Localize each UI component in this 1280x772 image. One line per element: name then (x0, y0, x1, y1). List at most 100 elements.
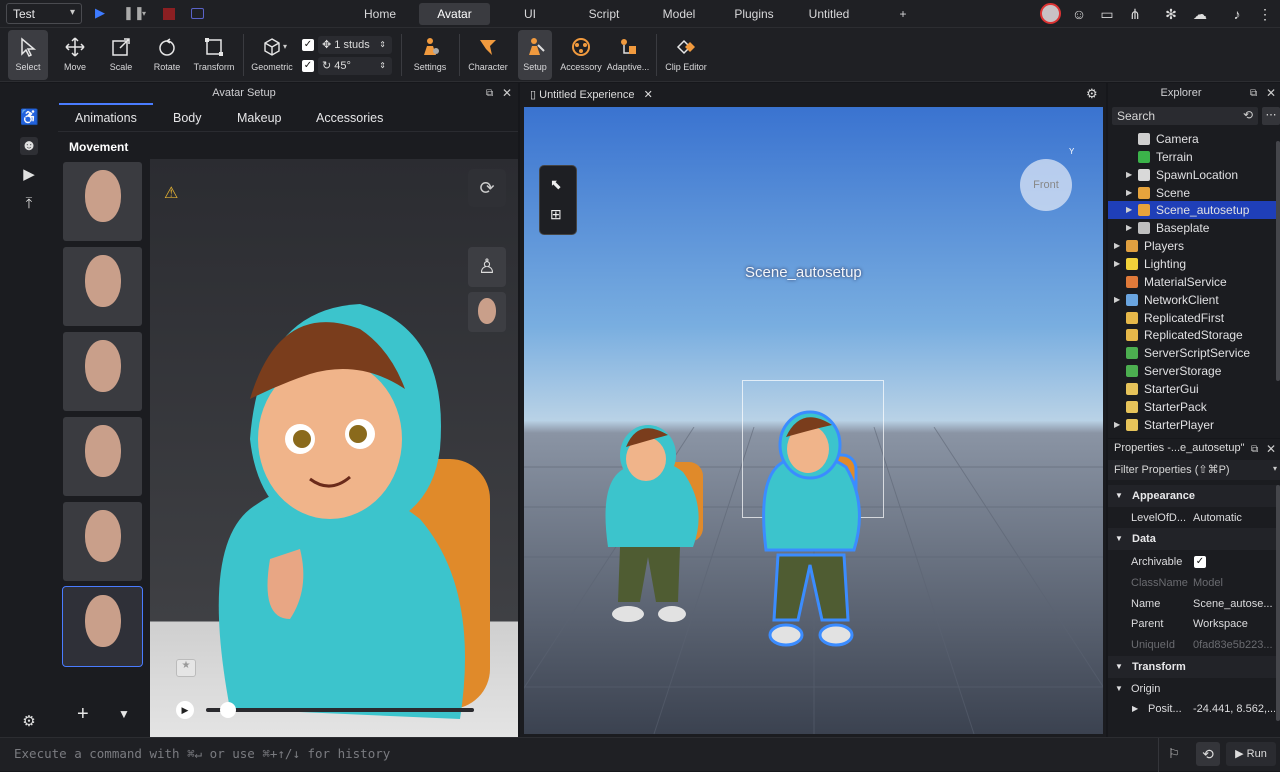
add-friend-icon[interactable]: ☺ (1071, 6, 1087, 22)
expand-arrow-icon[interactable]: ▶ (1114, 255, 1120, 273)
play-icon[interactable]: ▶ (95, 5, 105, 21)
explorer-item[interactable]: ▶ SpawnLocation (1108, 166, 1280, 184)
cloud-icon[interactable]: ☁ (1192, 6, 1208, 22)
history-icon[interactable]: ⟲ (1243, 108, 1253, 122)
property-origin[interactable]: ▼ Origin (1108, 679, 1280, 699)
explorer-item[interactable]: StarterGui (1108, 380, 1280, 398)
tab-home[interactable]: Home (348, 3, 412, 25)
more-options-icon[interactable]: ⋮ (1257, 6, 1273, 22)
adaptive-tool[interactable]: Adaptive... (605, 30, 651, 80)
category-appearance[interactable]: ▼ Appearance (1108, 485, 1280, 507)
share-icon[interactable]: ⋔ (1127, 6, 1143, 22)
tab-makeup[interactable]: Makeup (237, 111, 281, 125)
tab-script[interactable]: Script (576, 3, 632, 25)
animation-thumbnail[interactable] (63, 502, 142, 581)
accessory-tool[interactable]: Accessory (559, 30, 603, 80)
animation-thumbnail[interactable] (63, 417, 142, 496)
property-name[interactable]: Name Scene_autose... (1108, 594, 1280, 614)
run-button[interactable]: ▶ Run (1226, 742, 1276, 766)
explorer-item[interactable]: MaterialService (1108, 273, 1280, 291)
stop-icon[interactable] (163, 8, 175, 20)
tab-plugins[interactable]: Plugins (726, 3, 782, 25)
settings-tool[interactable]: Settings (408, 30, 452, 80)
feedback-icon[interactable]: ★ (176, 659, 196, 677)
timeline-track[interactable] (206, 708, 474, 712)
explorer-item[interactable]: Terrain (1108, 148, 1280, 166)
viewport-tab[interactable]: ▯ Untitled Experience ✕ (530, 85, 653, 105)
popout-icon[interactable]: ⧉ (1251, 444, 1258, 455)
tab-untitled[interactable]: Untitled (800, 3, 858, 25)
property-level-of-detail[interactable]: LevelOfD... Automatic (1108, 508, 1280, 528)
body-icon[interactable]: ♿ (20, 109, 39, 127)
history-icon[interactable]: ⟲ (1196, 742, 1220, 766)
tab-accessories[interactable]: Accessories (316, 111, 383, 125)
close-icon[interactable]: ✕ (502, 86, 512, 100)
archivable-checkbox[interactable]: ✓ (1194, 556, 1206, 568)
explorer-item[interactable]: ServerStorage (1108, 362, 1280, 380)
geometric-dropdown-icon[interactable]: ▾ (283, 42, 287, 51)
scrollbar[interactable] (1276, 141, 1280, 381)
user-avatar[interactable] (1040, 3, 1061, 24)
scale-tool[interactable]: Scale (101, 30, 141, 80)
animation-play-icon[interactable]: ▶ (20, 166, 38, 184)
expand-arrow-icon[interactable]: ▶ (1126, 166, 1132, 184)
chat-icon[interactable]: ▭ (1099, 6, 1115, 22)
explorer-item[interactable]: ▶ Players (1108, 237, 1280, 255)
explorer-item[interactable]: ▶ Scene_autosetup (1108, 201, 1280, 220)
stepper-icon[interactable]: ⇕ (379, 36, 386, 54)
category-transform[interactable]: ▼ Transform (1108, 656, 1280, 678)
expand-arrow-icon[interactable]: ▶ (1114, 237, 1120, 255)
command-input[interactable]: Execute a command with ⌘↵ or use ⌘+↑/↓ f… (14, 746, 390, 761)
expand-arrow-icon[interactable]: ▶ (1114, 291, 1120, 309)
bookmark-icon[interactable]: ⚐ (1168, 746, 1180, 762)
tab-ui[interactable]: UI (508, 3, 552, 25)
animation-thumbnail[interactable] (63, 332, 142, 411)
chevron-down-icon[interactable]: ▼ (118, 707, 130, 721)
move-tool[interactable]: Move (55, 30, 95, 80)
tab-add[interactable]: + (893, 3, 913, 25)
upload-icon[interactable]: ⤒ (20, 195, 38, 213)
expand-arrow-icon[interactable]: ▶ (1126, 201, 1132, 219)
view-cube-front[interactable]: Front (1020, 159, 1072, 211)
animation-thumbnail[interactable] (63, 247, 142, 326)
tab-avatar[interactable]: Avatar (419, 3, 490, 25)
tab-body[interactable]: Body (173, 111, 202, 125)
notification-bell-icon[interactable]: ♪ (1229, 6, 1245, 22)
clip-editor-tool[interactable]: Clip Editor (662, 30, 710, 80)
scrollbar[interactable] (1276, 485, 1280, 721)
filter-properties-input[interactable]: Filter Properties (⇧⌘P) ▾ (1108, 460, 1280, 480)
collaborate-icon[interactable]: ✻ (1163, 6, 1179, 22)
close-icon[interactable]: ✕ (1266, 86, 1276, 100)
transform-tool[interactable]: Transform (192, 30, 236, 80)
rotate-snap-field[interactable]: ↻ 45° ⇕ (318, 57, 392, 75)
explorer-item[interactable]: ReplicatedFirst (1108, 309, 1280, 327)
explorer-item[interactable]: ▶ Scene (1108, 184, 1280, 202)
play-options-icon[interactable]: ▾ (142, 9, 146, 18)
explorer-item[interactable]: ReplicatedStorage (1108, 326, 1280, 344)
full-body-view-icon[interactable]: ♙ (468, 247, 506, 287)
viewport-settings-icon[interactable]: ⚙ (1086, 86, 1098, 102)
explorer-item[interactable]: ▶ Lighting (1108, 255, 1280, 273)
expand-arrow-icon[interactable]: ▶ (1126, 184, 1132, 202)
chevron-down-icon[interactable]: ▾ (1273, 464, 1277, 473)
rotate-snap-checkbox[interactable]: ✓ (302, 60, 314, 72)
property-position[interactable]: ▶ Posit... -24.441, 8.562,... (1108, 699, 1280, 719)
explorer-item[interactable]: ServerScriptService (1108, 344, 1280, 362)
camera-reset-icon[interactable]: ⟳ (468, 169, 506, 207)
close-icon[interactable]: ✕ (644, 89, 653, 101)
animation-thumbnail[interactable] (63, 162, 142, 241)
explorer-item[interactable]: ▶ Baseplate (1108, 219, 1280, 237)
place-dropdown[interactable]: Test ▾ (6, 3, 82, 24)
explorer-item[interactable]: StarterPack (1108, 398, 1280, 416)
timeline-scrubber[interactable] (220, 702, 236, 718)
stepper-icon[interactable]: ⇕ (379, 57, 386, 75)
more-icon[interactable]: ⋯ (1262, 107, 1280, 125)
category-data[interactable]: ▼ Data (1108, 528, 1280, 550)
explorer-search-input[interactable]: Search ⟲ (1112, 107, 1258, 125)
tab-animations[interactable]: Animations (59, 103, 153, 125)
face-icon[interactable]: ☻ (20, 137, 38, 155)
popout-icon[interactable]: ⧉ (1250, 88, 1257, 99)
tab-model[interactable]: Model (651, 3, 707, 25)
move-snap-field[interactable]: ✥ 1 studs ⇕ (318, 36, 392, 54)
animation-thumbnail-selected[interactable] (62, 586, 143, 667)
